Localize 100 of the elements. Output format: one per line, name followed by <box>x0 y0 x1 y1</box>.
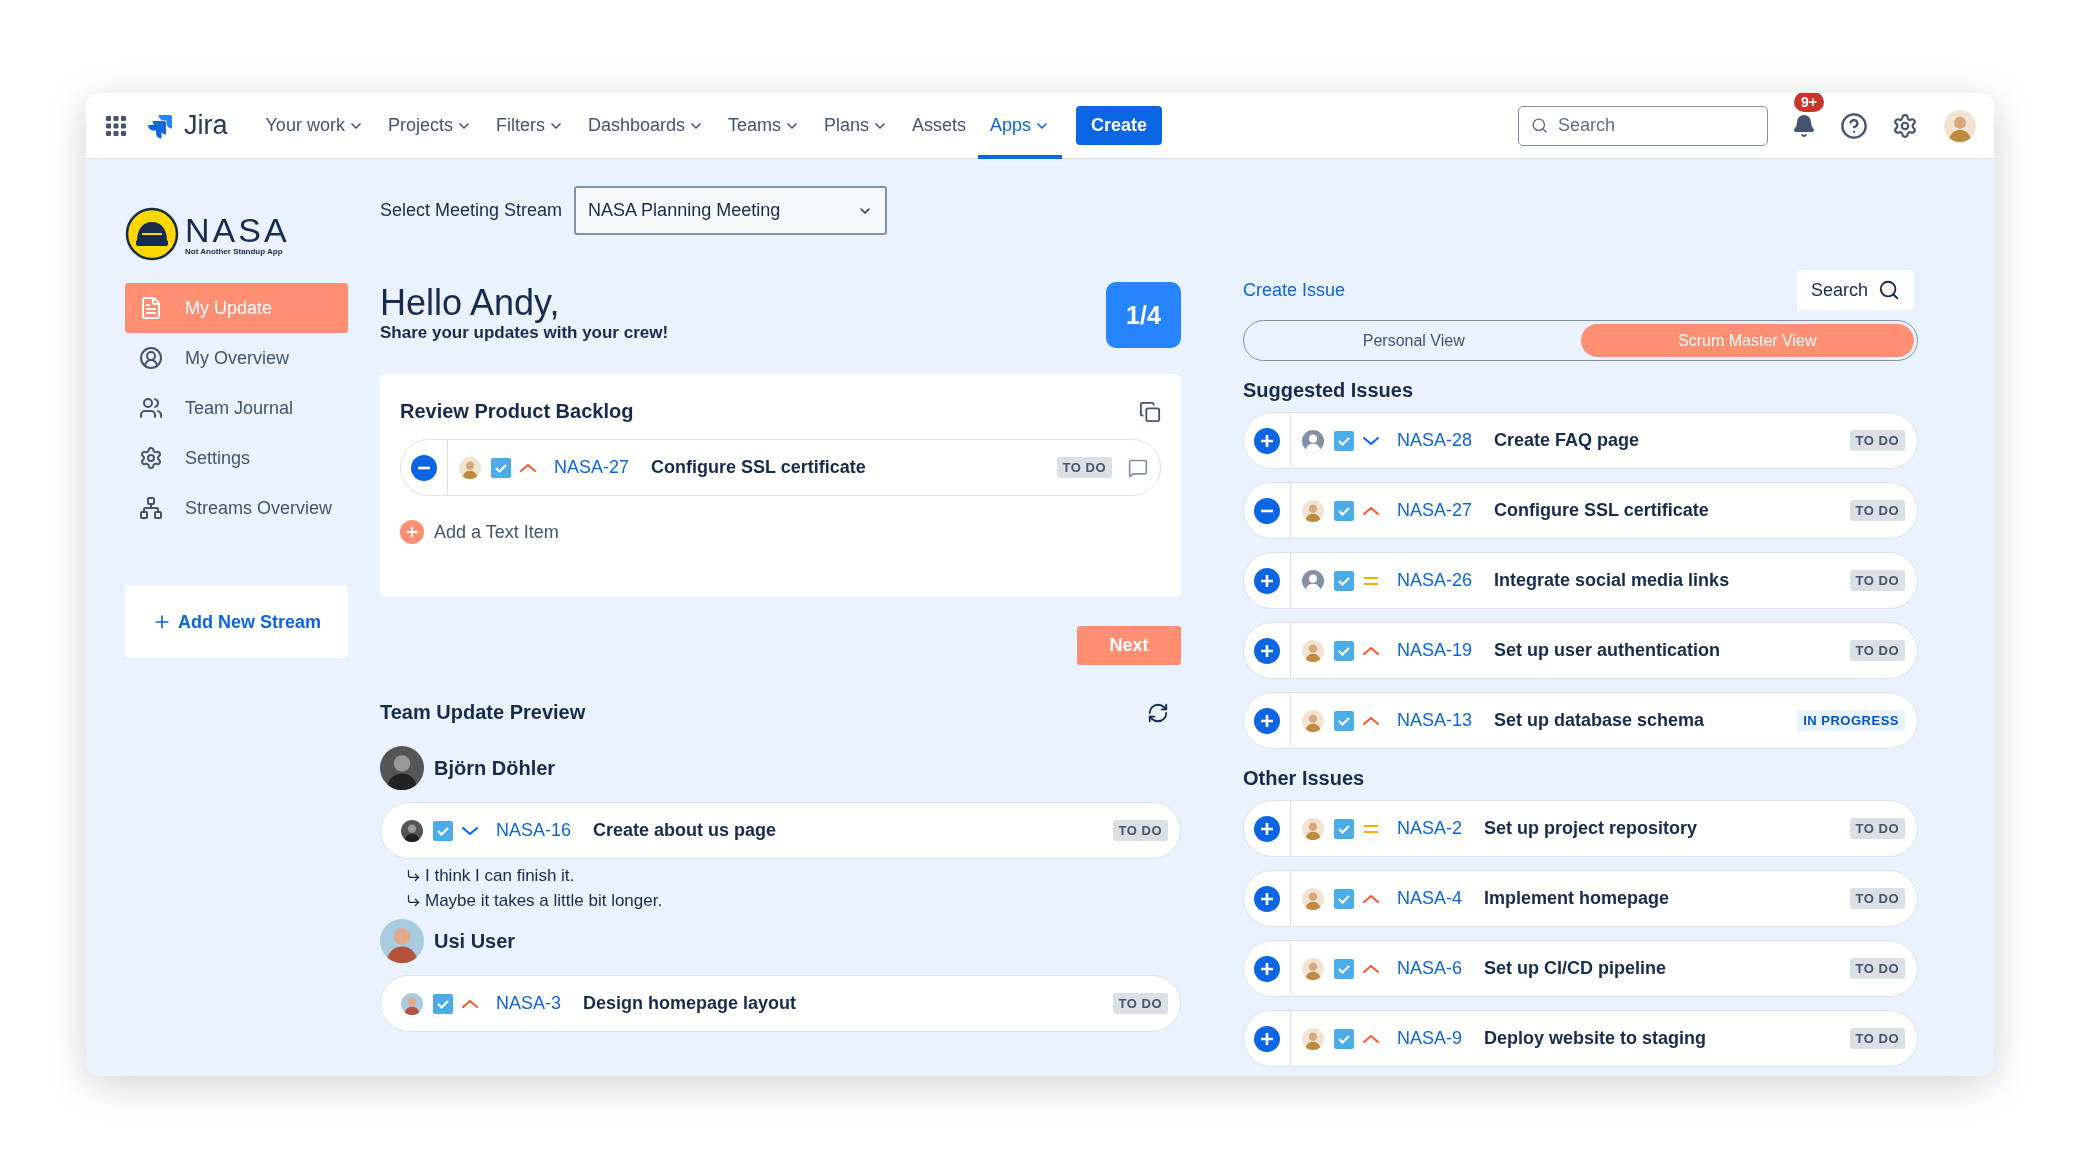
nav-menu-item[interactable]: Dashboards <box>575 93 716 159</box>
add-button[interactable] <box>1254 955 1280 982</box>
notification-icon[interactable] <box>1792 113 1816 138</box>
task-icon <box>1334 430 1354 451</box>
issue-key-link[interactable]: NASA-16 <box>496 820 572 841</box>
status-lozenge: TO DO <box>1849 500 1905 521</box>
add-button[interactable] <box>1254 637 1280 664</box>
issue-title: Deploy website to staging <box>1484 1028 1708 1049</box>
jira-logo-icon[interactable] <box>148 112 174 139</box>
nav-menu-item[interactable]: Filters <box>483 93 576 159</box>
task-icon <box>1334 710 1354 731</box>
sidebar-item-icon <box>139 346 163 370</box>
issue-key-link[interactable]: NASA-4 <box>1397 888 1463 909</box>
sidebar-item[interactable]: Team Journal <box>125 383 348 433</box>
sidebar-item-icon <box>139 446 163 470</box>
status-lozenge: TO DO <box>1849 570 1905 591</box>
status-lozenge: TO DO <box>1112 820 1168 841</box>
status-lozenge: TO DO <box>1849 640 1905 661</box>
add-button[interactable] <box>1254 1025 1280 1052</box>
search-icon <box>1531 117 1548 134</box>
status-lozenge: TO DO <box>1849 818 1905 839</box>
status-lozenge: TO DO <box>1112 993 1168 1014</box>
add-button[interactable] <box>1254 885 1280 912</box>
nav-menu-item[interactable]: Teams <box>716 93 812 159</box>
issue-title: Set up database schema <box>1494 710 1706 731</box>
avatar-icon <box>401 819 423 842</box>
avatar-icon <box>380 919 424 963</box>
profile-avatar[interactable] <box>1944 109 1976 142</box>
search-button[interactable]: Search <box>1796 270 1914 310</box>
card-title: Review Product Backlog <box>400 400 634 423</box>
issue-title: Design homepage layout <box>583 993 798 1014</box>
help-icon[interactable] <box>1840 111 1868 140</box>
remove-button[interactable] <box>411 454 437 481</box>
task-icon <box>1334 640 1354 661</box>
task-icon <box>1334 888 1354 909</box>
add-button[interactable] <box>1254 707 1280 734</box>
issue-key-link[interactable]: NASA-2 <box>1397 818 1463 839</box>
copy-icon[interactable] <box>1139 400 1161 423</box>
add-text-item-button[interactable]: Add a Text Item <box>400 520 1161 544</box>
issue-key-link[interactable]: NASA-9 <box>1397 1028 1463 1049</box>
nav-menu-item[interactable]: Your work <box>253 93 376 159</box>
issue-key-link[interactable]: NASA-27 <box>1397 500 1473 521</box>
nav-menu-item[interactable]: Plans <box>812 93 901 159</box>
add-button[interactable] <box>1254 427 1280 454</box>
add-button[interactable] <box>1254 567 1280 594</box>
sidebar-item[interactable]: Streams Overview <box>125 483 348 533</box>
issue-key-link[interactable]: NASA-13 <box>1397 710 1473 731</box>
avatar-icon <box>1302 499 1324 522</box>
search-icon <box>1878 279 1900 301</box>
create-issue-link[interactable]: Create Issue <box>1243 279 1346 301</box>
issue-title: Create about us page <box>593 820 778 841</box>
add-stream-button[interactable]: Add New Stream <box>125 586 348 658</box>
issue-key-link[interactable]: NASA-3 <box>496 993 562 1014</box>
sidebar-item[interactable]: My Overview <box>125 333 348 383</box>
issue-key-link[interactable]: NASA-6 <box>1397 958 1463 979</box>
section-title: Team Update Preview <box>380 701 586 724</box>
settings-icon[interactable] <box>1892 112 1918 139</box>
issue-key-link[interactable]: NASA-27 <box>554 457 630 478</box>
task-icon <box>491 457 511 478</box>
avatar-icon <box>1302 887 1324 910</box>
issue-key-link[interactable]: NASA-28 <box>1397 430 1473 451</box>
view-option[interactable]: Personal View <box>1247 324 1581 357</box>
sidebar-item-icon <box>139 296 163 320</box>
plus-icon <box>400 520 424 544</box>
issue-key-link[interactable]: NASA-19 <box>1397 640 1473 661</box>
sidebar-item[interactable]: Settings <box>125 433 348 483</box>
avatar-icon <box>380 746 424 790</box>
plus-icon <box>1260 643 1274 658</box>
priority-low-icon <box>1363 436 1379 445</box>
remove-button[interactable] <box>1254 497 1280 524</box>
avatar-icon <box>459 456 481 479</box>
refresh-icon[interactable] <box>1147 701 1169 724</box>
priority-medium-icon <box>1363 824 1379 833</box>
progress-counter: 1/4 <box>1106 282 1181 348</box>
member-name: Björn Döhler <box>434 756 556 780</box>
search-field[interactable]: Search <box>1518 105 1768 146</box>
nav-menu-item[interactable]: Apps <box>978 93 1063 159</box>
app-grid-icon[interactable] <box>106 115 126 136</box>
stream-select[interactable]: NASA Planning Meeting <box>574 186 888 235</box>
plus-icon <box>1260 713 1274 728</box>
issue-key-link[interactable]: NASA-26 <box>1397 570 1473 591</box>
update-note: Maybe it takes a little bit longer. <box>425 890 663 911</box>
issue-title: Configure SSL certificate <box>1494 500 1710 521</box>
avatar-icon <box>1302 1027 1324 1050</box>
priority-high-icon <box>1363 646 1379 655</box>
comment-icon[interactable] <box>1128 457 1148 478</box>
stream-label: Select Meeting Stream <box>380 200 563 221</box>
nav-menu-item[interactable]: Projects <box>375 93 484 159</box>
add-button[interactable] <box>1254 815 1280 842</box>
plus-icon <box>1260 1031 1274 1046</box>
task-icon <box>1334 500 1354 521</box>
product-name: Jira <box>184 110 228 141</box>
nav-menu-item[interactable]: Assets <box>900 93 979 159</box>
task-icon <box>1334 958 1354 979</box>
create-button[interactable]: Create <box>1076 106 1163 145</box>
section-title: Suggested Issues <box>1243 379 1415 402</box>
priority-high-icon <box>520 463 536 472</box>
avatar-icon <box>401 992 423 1015</box>
plus-icon <box>1260 821 1274 836</box>
task-icon <box>433 993 453 1014</box>
